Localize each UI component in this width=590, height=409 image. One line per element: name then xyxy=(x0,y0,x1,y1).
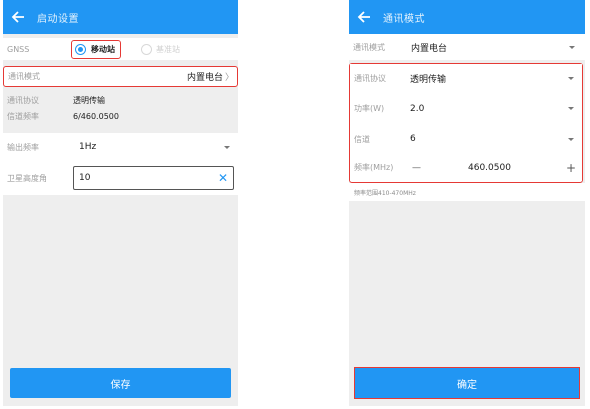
frequency-value[interactable]: 460.0500 xyxy=(468,163,566,173)
elevation-label: 卫星高度角 xyxy=(7,173,47,183)
comm-mode-screen: 通讯模式 通讯模式 内置电台 通讯协议 透明传输 功率(W) 2.0 信道 6 … xyxy=(349,0,585,406)
caret-down-icon xyxy=(568,137,574,141)
comm-mode-row[interactable]: 通讯模式 内置电台 xyxy=(349,34,585,60)
frequency-hint-row: 频率范围410-470MHz xyxy=(349,183,585,201)
elevation-row: 卫星高度角 10 ✕ xyxy=(3,161,238,195)
page-title: 启动设置 xyxy=(37,13,79,25)
comm-mode-label: 通讯模式 xyxy=(353,42,385,52)
page-title: 通讯模式 xyxy=(383,13,425,25)
power-value: 2.0 xyxy=(410,103,425,114)
protocol-value: 透明传输 xyxy=(410,75,447,85)
gnss-label: GNSS xyxy=(7,44,30,54)
frequency-label: 频率(MHz) xyxy=(354,163,394,172)
output-freq-row[interactable]: 输出频率 1Hz xyxy=(3,133,238,161)
channel-freq-label: 信道频率 xyxy=(7,111,39,121)
radio-unselected-icon xyxy=(141,43,152,55)
elevation-input[interactable]: 10 ✕ xyxy=(73,166,234,190)
channel-freq-value: 6/460.0500 xyxy=(73,111,119,121)
channel-label: 信道 xyxy=(354,134,370,144)
comm-mode-value: 内置电台 xyxy=(186,73,223,83)
channel-value: 6 xyxy=(410,134,416,144)
confirm-button[interactable]: 确定 xyxy=(354,367,580,399)
app-bar: 启动设置 xyxy=(3,0,238,34)
frequency-row: 频率(MHz) — 460.0500 + xyxy=(350,154,582,181)
caret-down-icon xyxy=(569,45,575,49)
back-arrow-icon[interactable] xyxy=(11,10,25,24)
comm-mode-value: 内置电台 xyxy=(411,43,448,54)
channel-row[interactable]: 信道 6 xyxy=(350,124,582,154)
elevation-value: 10 xyxy=(79,173,91,183)
start-settings-screen: 启动设置 GNSS 移动站 基准站 通讯模式 内置电台 〉 通讯协议 透明传输 … xyxy=(3,0,238,406)
radio-selected-icon xyxy=(75,43,86,55)
chevron-right-icon: 〉 xyxy=(224,73,234,83)
power-label: 功率(W) xyxy=(354,104,385,113)
protocol-row[interactable]: 通讯协议 透明传输 xyxy=(350,64,582,93)
frequency-range-hint: 频率范围410-470MHz xyxy=(354,189,416,197)
back-arrow-icon[interactable] xyxy=(357,10,371,24)
caret-down-icon xyxy=(568,107,574,110)
protocol-label: 通讯协议 xyxy=(7,95,39,105)
increment-icon[interactable]: + xyxy=(566,161,576,175)
rover-label: 移动站 xyxy=(91,44,115,54)
comm-mode-label: 通讯模式 xyxy=(8,72,40,81)
power-row[interactable]: 功率(W) 2.0 xyxy=(350,93,582,124)
caret-down-icon xyxy=(224,145,230,149)
base-radio[interactable]: 基准站 xyxy=(141,43,180,55)
protocol-label: 通讯协议 xyxy=(354,74,386,83)
comm-info-block: 通讯协议 透明传输 信道频率 6/460.0500 xyxy=(3,87,238,133)
gnss-row: GNSS 移动站 基准站 xyxy=(3,38,238,60)
output-freq-value: 1Hz xyxy=(79,142,97,152)
caret-down-icon xyxy=(568,77,574,80)
output-freq-label: 输出频率 xyxy=(7,142,39,152)
base-label: 基准站 xyxy=(156,44,180,54)
protocol-value: 透明传输 xyxy=(73,95,105,105)
radio-settings-group: 通讯协议 透明传输 功率(W) 2.0 信道 6 频率(MHz) — 460.0… xyxy=(349,63,583,183)
save-button[interactable]: 保存 xyxy=(10,368,231,398)
comm-mode-row[interactable]: 通讯模式 内置电台 〉 xyxy=(3,66,238,87)
clear-x-icon[interactable]: ✕ xyxy=(218,171,228,185)
app-bar: 通讯模式 xyxy=(349,0,585,34)
decrement-icon[interactable]: — xyxy=(412,163,468,173)
rover-radio[interactable]: 移动站 xyxy=(71,39,121,59)
